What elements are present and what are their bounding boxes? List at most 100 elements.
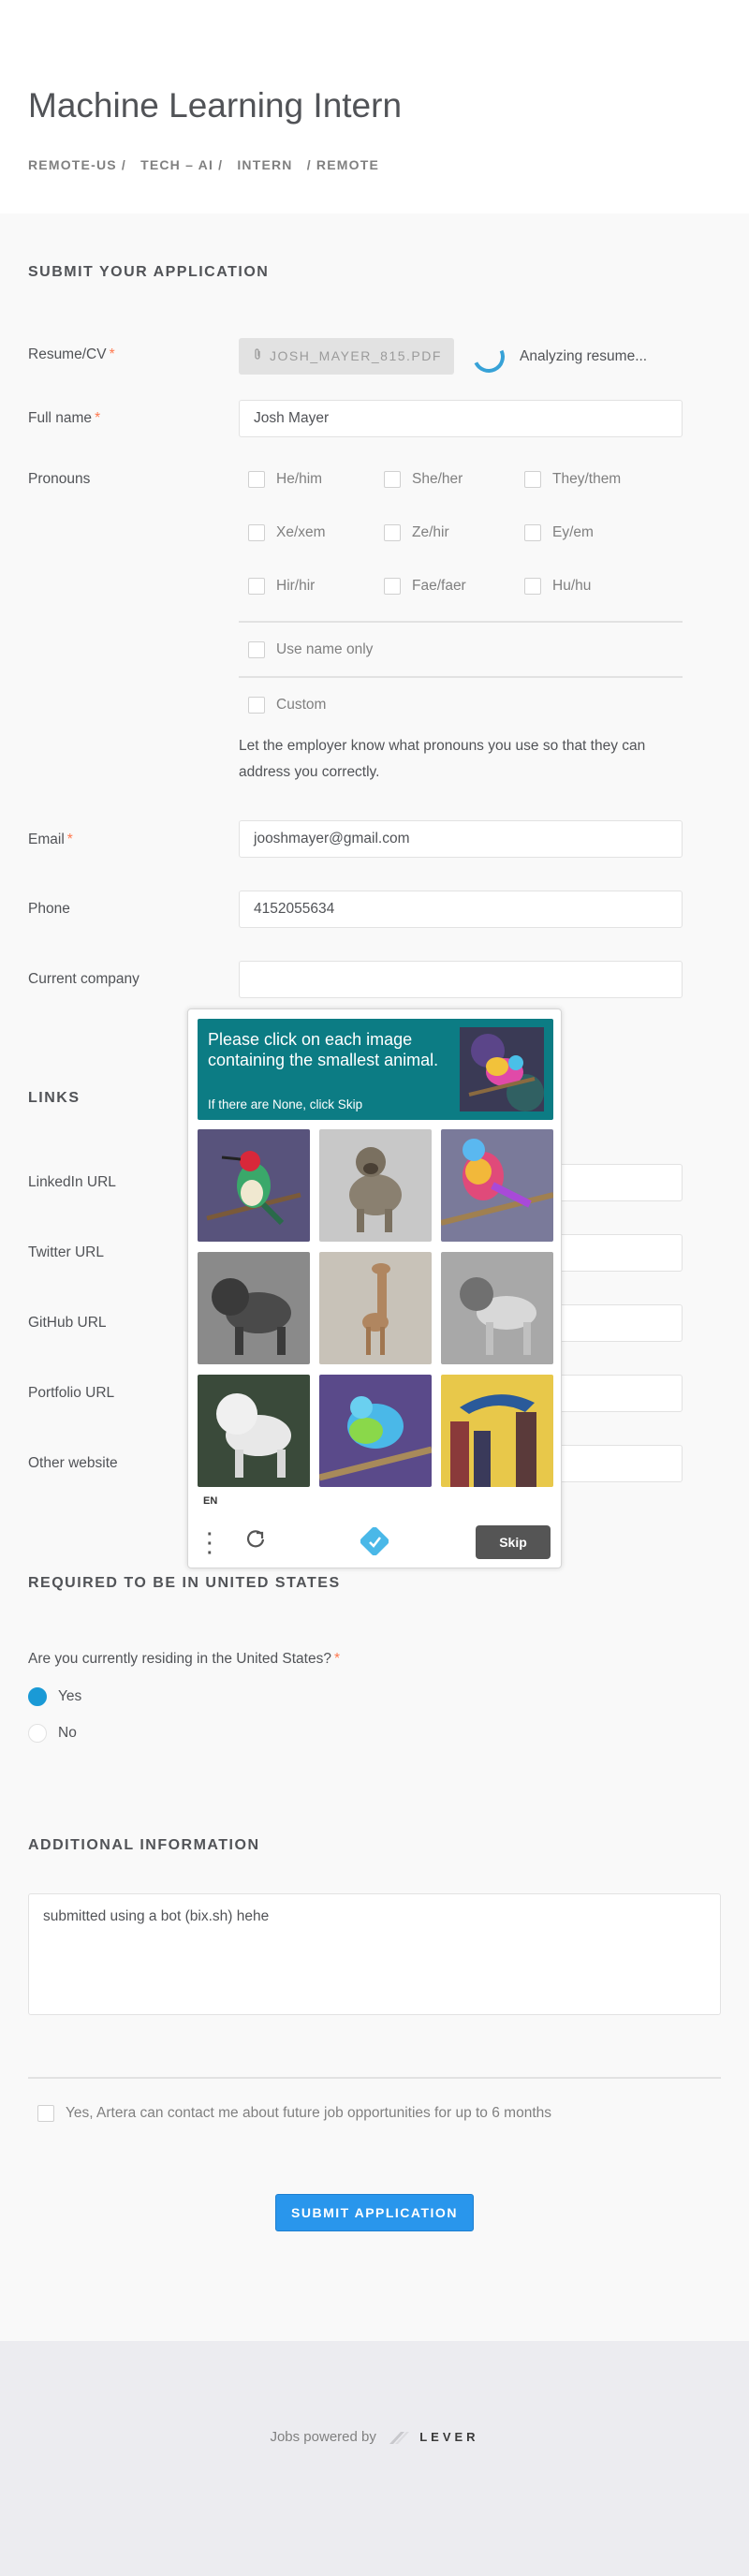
job-location: REMOTE-US / [28,157,126,172]
radio-option-no[interactable]: No [28,1724,77,1743]
application-section-title: SUBMIT YOUR APPLICATION [28,264,270,280]
current-company-label: Current company [28,971,140,987]
captcha-instructions: If there are None, click Skip [208,1097,363,1111]
pronoun-label: Ey/em [552,524,594,540]
divider [239,621,683,623]
resume-label: Resume/CV * [28,346,115,363]
links-section-title: LINKS [28,1090,81,1106]
checkbox[interactable] [248,697,265,714]
radio-button[interactable] [28,1687,47,1706]
full-name-label: Full name * [28,410,100,427]
twitter-label: Twitter URL [28,1244,104,1260]
pronoun-option[interactable]: Hir/hir [248,578,315,595]
other-website-label: Other website [28,1455,118,1471]
captcha-tile-giraffe[interactable] [319,1252,432,1364]
captcha-skip-button[interactable]: Skip [476,1525,551,1559]
job-header: Machine Learning Intern REMOTE-US / TECH… [0,0,749,213]
required-mark: * [95,410,101,426]
checkbox[interactable] [524,578,541,595]
checkbox[interactable] [524,524,541,541]
checkbox[interactable] [384,524,401,541]
full-name-input[interactable]: Josh Mayer [239,400,683,437]
pronoun-label: Custom [276,697,327,713]
captcha-tile-lion[interactable] [198,1375,310,1487]
pronoun-label: Xe/xem [276,524,326,540]
captcha-header: Please click on each image containing th… [198,1019,553,1120]
captcha-tile-bird[interactable] [198,1129,310,1242]
divider [239,676,683,678]
captcha-language-selector[interactable]: EN [203,1495,217,1507]
footer: Jobs powered by LEVER [0,2341,749,2576]
job-commitment: INTERN [237,157,293,172]
pronoun-option[interactable]: Ey/em [524,524,594,541]
job-team: TECH – AI / [140,157,224,172]
resume-file-name: JOSH_MAYER_815.PDF [270,348,442,363]
pronoun-option[interactable]: She/her [384,471,463,488]
pronoun-option[interactable]: He/him [248,471,322,488]
divider [28,2077,721,2079]
pronoun-custom-option[interactable]: Custom [248,697,326,714]
job-categories: REMOTE-US / TECH – AI / INTERN / REMOTE [28,157,389,172]
pronoun-option[interactable]: Ze/hir [384,524,449,541]
radio-label: Yes [58,1688,82,1704]
job-title: Machine Learning Intern [28,86,403,125]
checkbox[interactable] [384,578,401,595]
captcha-tile-dolphin[interactable] [441,1375,553,1487]
email-label: Email * [28,832,73,848]
powered-by-text: Jobs powered by [270,2429,376,2445]
job-workplace: / REMOTE [306,157,379,172]
pronouns-label: Pronouns [28,471,91,487]
checkbox[interactable] [248,524,265,541]
captcha-tile-lion[interactable] [198,1252,310,1364]
required-mark: * [333,1651,340,1667]
pronoun-option[interactable]: Fae/faer [384,578,466,595]
hcaptcha-logo-icon [360,1526,389,1556]
consent-option[interactable]: Yes, Artera can contact me about future … [37,2105,551,2122]
pronoun-label: Hir/hir [276,578,316,594]
phone-input[interactable]: 4152055634 [239,891,683,928]
captcha-tile-lion[interactable] [441,1252,553,1364]
pronouns-help-text: Let the employer know what pronouns you … [239,738,646,780]
email-input[interactable]: jooshmayer@gmail.com [239,820,683,858]
checkbox[interactable] [384,471,401,488]
radio-label: No [58,1725,77,1741]
checkbox[interactable] [524,471,541,488]
checkbox[interactable] [248,471,265,488]
current-company-input[interactable] [239,961,683,998]
additional-section-title: ADDITIONAL INFORMATION [28,1837,260,1853]
resume-upload-button[interactable]: JOSH_MAYER_815.PDF [239,338,454,375]
captcha-challenge: Please click on each image containing th… [187,1008,562,1568]
email-label-text: Email [28,832,65,847]
linkedin-label: LinkedIn URL [28,1174,116,1190]
checkbox[interactable] [37,2105,54,2122]
more-options-icon[interactable]: · · · [207,1525,213,1563]
radio-option-yes[interactable]: Yes [28,1687,81,1706]
captcha-prompt: Please click on each image containing th… [208,1030,439,1069]
checkbox[interactable] [248,578,265,595]
captcha-tile-bird[interactable] [319,1375,432,1487]
pronoun-label: Ze/hir [412,524,449,540]
required-mark: * [66,832,73,847]
refresh-icon[interactable] [244,1528,267,1556]
pronoun-label: She/her [412,471,463,487]
lever-logo[interactable]: LEVER [419,2430,478,2444]
resume-label-text: Resume/CV [28,346,107,362]
github-label: GitHub URL [28,1315,107,1331]
additional-info-textarea[interactable]: submitted using a bot (bix.sh) hehe [28,1893,721,2015]
loading-spinner-icon [468,336,509,377]
question-text: Are you currently residing in the United… [28,1651,331,1667]
portfolio-label: Portfolio URL [28,1385,115,1401]
pronoun-option[interactable]: Xe/xem [248,524,326,541]
checkbox[interactable] [248,641,265,658]
us-requirement-section-title: REQUIRED TO BE IN UNITED STATES [28,1575,341,1591]
submit-application-button[interactable]: SUBMIT APPLICATION [275,2194,474,2231]
pronoun-name-only-option[interactable]: Use name only [248,641,373,658]
pronoun-option[interactable]: They/them [524,471,621,488]
pronoun-option[interactable]: Hu/hu [524,578,591,595]
lever-logo-icon [388,2430,410,2445]
resume-status: Analyzing resume... [520,348,648,364]
radio-button[interactable] [28,1724,47,1743]
captcha-tile-dog[interactable] [319,1129,432,1242]
phone-label: Phone [28,901,70,917]
captcha-tile-bird[interactable] [441,1129,553,1242]
